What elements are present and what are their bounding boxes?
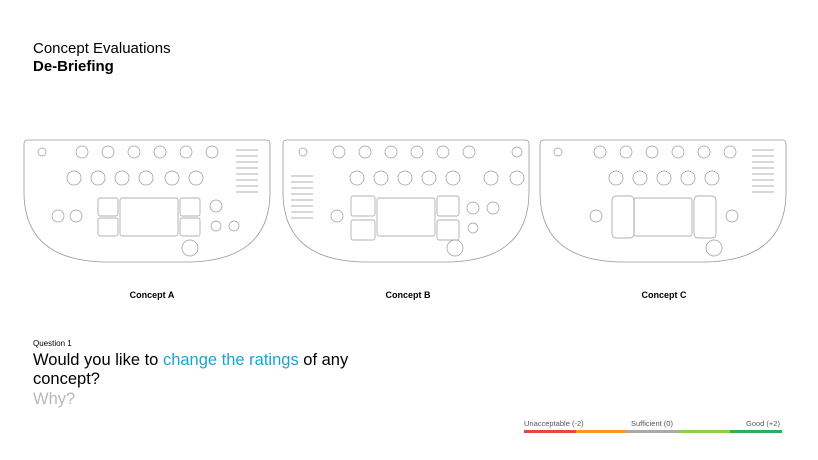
question-why: Why? — [33, 390, 76, 408]
scale-label-low: Unacceptable (-2) — [524, 419, 584, 428]
concept-a-label: Concept A — [129, 290, 175, 300]
page-subtitle: De-Briefing — [33, 58, 114, 75]
rating-scale-bar — [524, 430, 782, 433]
concept-c-sketch — [539, 139, 787, 263]
concept-c-panel — [538, 136, 788, 266]
concept-a-sketch — [23, 139, 271, 263]
page-title: Concept Evaluations — [33, 40, 171, 57]
question-text: Would you like to change the ratings of … — [33, 351, 363, 389]
concept-b-label: Concept B — [385, 290, 431, 300]
scale-segment-4 — [678, 430, 731, 433]
question-number: Question 1 — [33, 339, 72, 348]
scale-segment-2 — [575, 430, 628, 433]
scale-label-high: Good (+2) — [746, 419, 780, 428]
concept-c-label: Concept C — [641, 290, 687, 300]
concept-b-sketch — [282, 139, 530, 263]
concept-a-panel — [22, 136, 272, 266]
scale-segment-3 — [627, 430, 679, 433]
scale-segment-1 — [524, 430, 576, 433]
concept-b-panel — [281, 136, 531, 266]
question-text-highlight: change the ratings — [162, 351, 299, 369]
question-text-before: Would you like to — [33, 351, 163, 369]
scale-segment-5 — [730, 430, 782, 433]
scale-label-mid: Sufficient (0) — [631, 419, 673, 428]
